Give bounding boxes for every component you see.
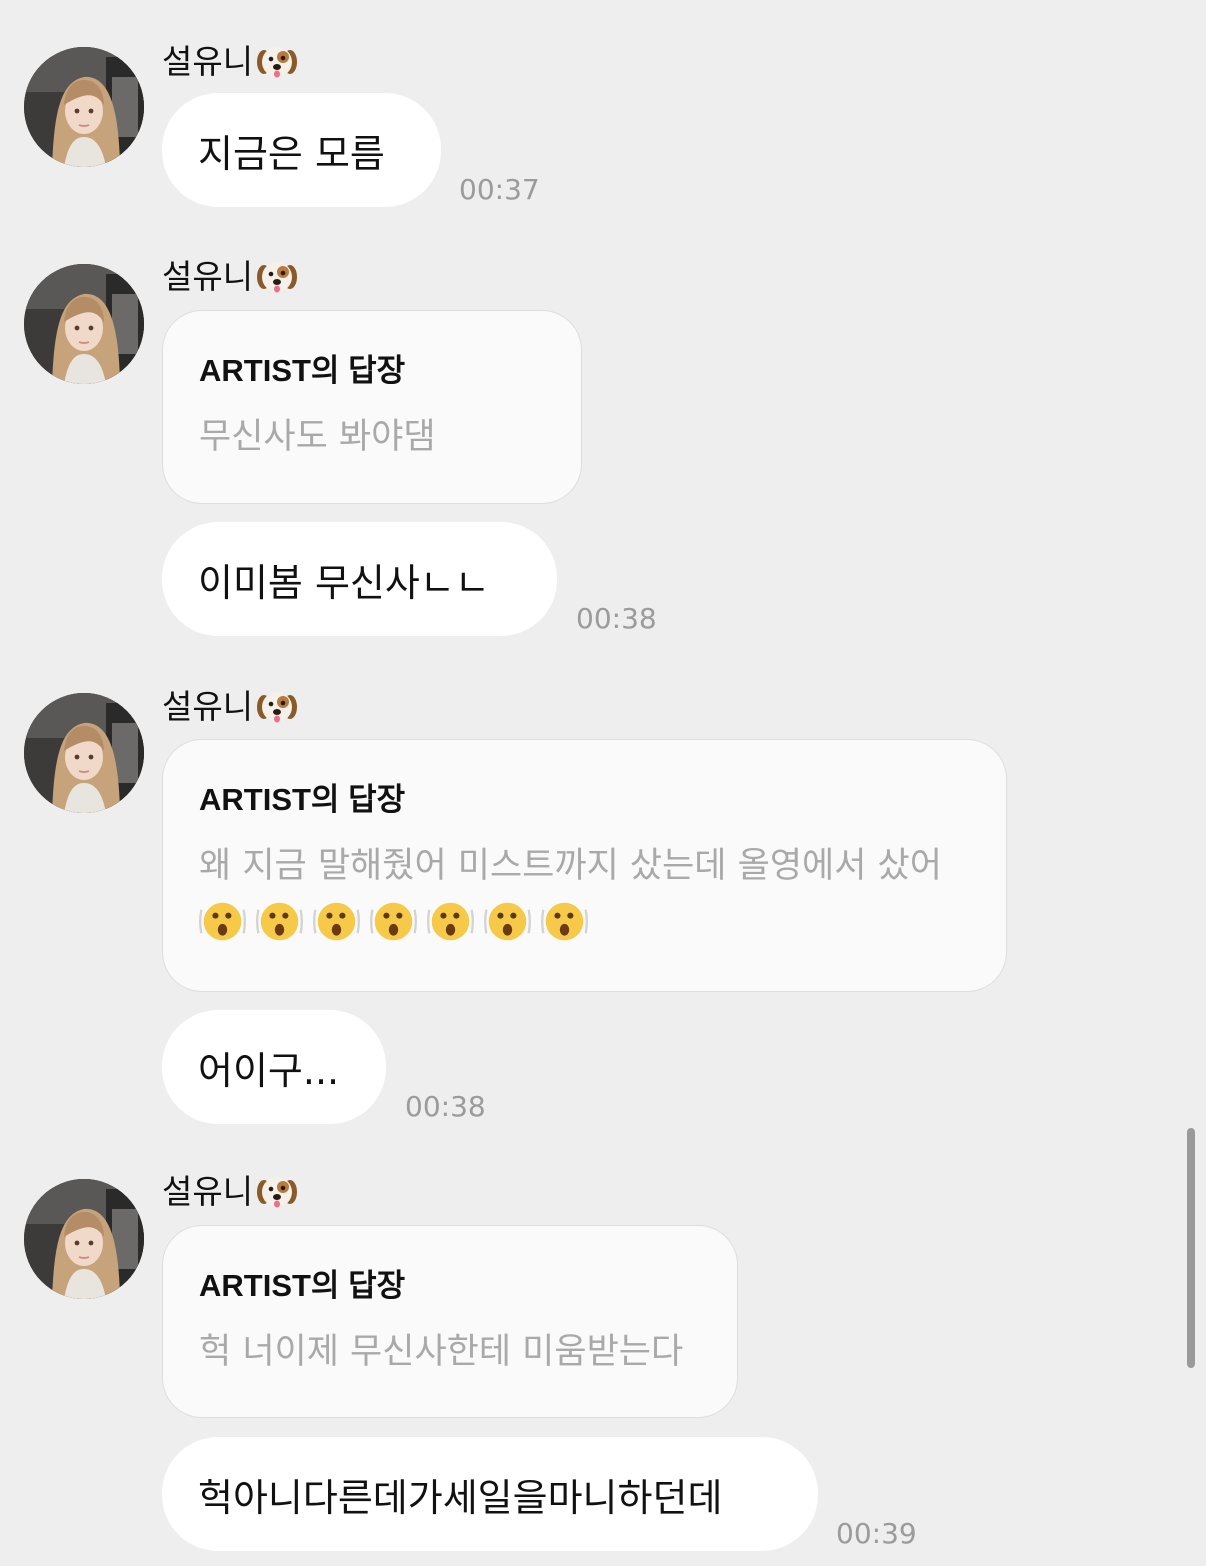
dog-face-icon [255, 1170, 299, 1214]
reply-title: ARTIST의 답장 [199, 782, 406, 817]
shaking-face-icon [313, 898, 360, 945]
message-bubble[interactable]: 지금은 모름 [162, 93, 441, 207]
message-text: 지금은 모름 [198, 131, 385, 176]
dog-face-icon [255, 685, 299, 729]
message-time: 00:38 [576, 602, 657, 635]
message-time: 00:38 [405, 1090, 486, 1123]
message-text: 어이구... [198, 1048, 340, 1093]
avatar-image [24, 264, 144, 384]
avatar-image [24, 1179, 144, 1299]
message-time: 00:37 [459, 173, 540, 206]
shaking-face-icon [370, 898, 417, 945]
sender-name: 설유니 [162, 685, 299, 729]
artist-reply-bubble[interactable]: ARTIST의 답장 헉 너이제 무신사한테 미움받는다 [162, 1225, 738, 1418]
sender-name: 설유니 [162, 255, 299, 299]
avatar[interactable] [24, 1179, 144, 1299]
reply-text: 왜 지금 말해줬어 미스트까지 샀는데 올영에서 샀어 [199, 846, 942, 886]
shaking-face-icon [484, 898, 531, 945]
dog-face-icon [255, 40, 299, 84]
avatar-image [24, 693, 144, 813]
reply-text: 무신사도 봐야댐 [199, 417, 436, 457]
artist-reply-bubble[interactable]: ARTIST의 답장 무신사도 봐야댐 [162, 310, 582, 504]
reply-text: 헉 너이제 무신사한테 미움받는다 [199, 1332, 684, 1372]
sender-name-text: 설유니 [162, 1172, 254, 1211]
message-time: 00:39 [836, 1517, 917, 1550]
artist-reply-bubble[interactable]: ARTIST의 답장 왜 지금 말해줬어 미스트까지 샀는데 올영에서 샀어 [162, 739, 1007, 992]
message-bubble[interactable]: 어이구... [162, 1010, 386, 1124]
sender-name-text: 설유니 [162, 257, 254, 296]
shaking-face-icon [541, 898, 588, 945]
avatar-image [24, 47, 144, 167]
avatar[interactable] [24, 693, 144, 813]
avatar[interactable] [24, 264, 144, 384]
scrollbar-thumb[interactable] [1187, 1128, 1195, 1368]
shaking-face-icon [199, 898, 246, 945]
reply-title: ARTIST의 답장 [199, 1268, 406, 1303]
sender-name-text: 설유니 [162, 687, 254, 726]
message-text: 헉아니다른데가세일을마니하던데 [198, 1475, 723, 1520]
message-bubble[interactable]: 헉아니다른데가세일을마니하던데 [162, 1437, 818, 1551]
dog-face-icon [255, 255, 299, 299]
avatar[interactable] [24, 47, 144, 167]
message-text: 이미봄 무신사ㄴㄴ [198, 560, 490, 605]
shaking-face-icon [427, 898, 474, 945]
reply-title: ARTIST의 답장 [199, 353, 406, 388]
sender-name-text: 설유니 [162, 42, 254, 81]
sender-name: 설유니 [162, 1170, 299, 1214]
reply-emoji-row [199, 898, 970, 945]
shaking-face-icon [256, 898, 303, 945]
message-bubble[interactable]: 이미봄 무신사ㄴㄴ [162, 522, 557, 636]
sender-name: 설유니 [162, 40, 299, 84]
